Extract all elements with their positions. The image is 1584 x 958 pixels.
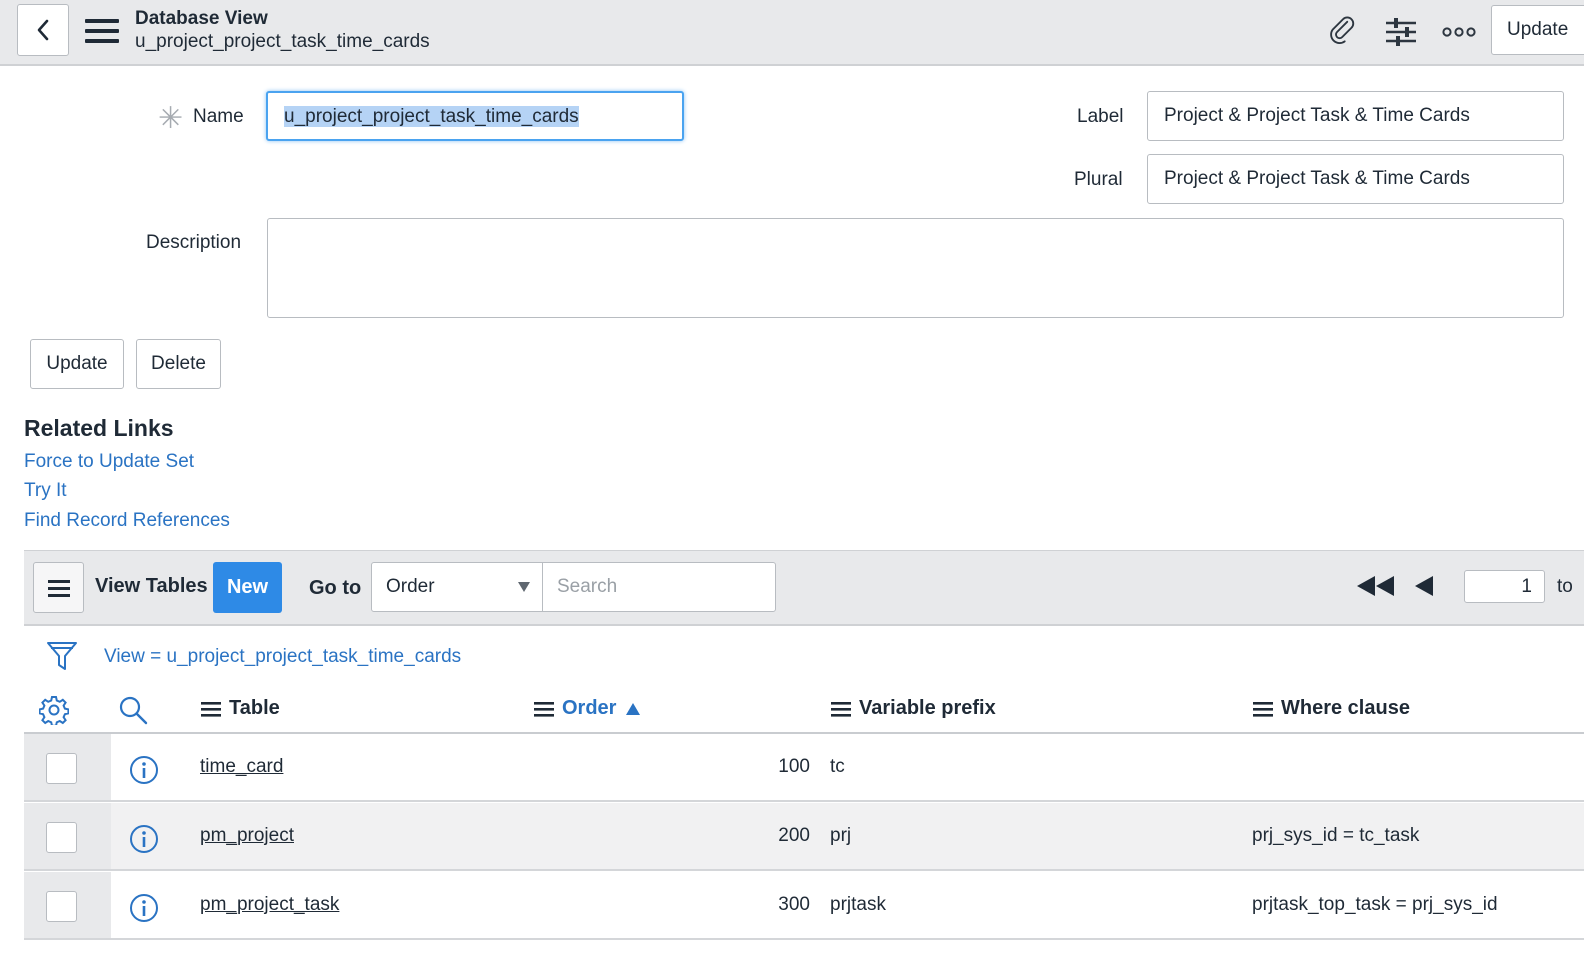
dropdown-caret-icon <box>518 582 530 592</box>
label-label: Label <box>1077 106 1124 127</box>
header-update-button[interactable]: Update <box>1491 5 1584 55</box>
goto-selected-value: Order <box>386 576 435 597</box>
table-link[interactable]: time_card <box>200 756 283 778</box>
where-clause-cell: prj_sys_id = tc_task <box>1252 825 1420 846</box>
list-menu-button[interactable] <box>33 562 84 613</box>
description-label: Description <box>146 232 242 253</box>
table-link[interactable]: pm_project_task <box>200 894 339 916</box>
table-link[interactable]: pm_project <box>200 825 294 847</box>
column-menu-icon <box>831 701 851 717</box>
table-row: pm_project_task 300 prjtask prjtask_top_… <box>24 872 1584 940</box>
name-field[interactable]: u_project_project_task_time_cards <box>266 91 684 141</box>
list-menu-icon <box>47 579 70 597</box>
name-field-value: u_project_project_task_time_cards <box>284 106 579 127</box>
name-label: Name <box>193 106 244 127</box>
back-button[interactable] <box>17 4 69 56</box>
prefix-cell: prjtask <box>830 894 886 915</box>
gear-icon[interactable] <box>39 695 69 725</box>
filter-icon[interactable] <box>46 640 78 672</box>
row-select-cell <box>24 872 111 938</box>
sort-ascending-icon <box>626 702 641 715</box>
goto-label: Go to <box>309 577 362 599</box>
plural-field[interactable]: Project & Project Task & Time Cards <box>1147 154 1564 204</box>
prefix-cell: prj <box>830 825 852 846</box>
page-to-label: to <box>1557 576 1573 597</box>
column-menu-icon <box>534 701 554 717</box>
column-label-table: Table <box>229 697 280 719</box>
description-field[interactable] <box>267 218 1564 318</box>
row-checkbox[interactable] <box>46 822 77 853</box>
more-options-icon[interactable] <box>1441 14 1477 50</box>
info-icon[interactable] <box>129 893 159 923</box>
table-row: time_card 100 tc <box>24 734 1584 802</box>
column-label-where-clause: Where clause <box>1281 697 1410 719</box>
page-title: Database View <box>135 8 268 29</box>
row-checkbox[interactable] <box>46 891 77 922</box>
info-icon[interactable] <box>129 824 159 854</box>
paperclip-icon[interactable] <box>1325 14 1361 50</box>
mandatory-asterisk-icon: ✳ <box>158 102 184 135</box>
plural-label: Plural <box>1074 169 1123 190</box>
row-checkbox[interactable] <box>46 753 77 784</box>
update-button[interactable]: Update <box>30 339 124 389</box>
column-label-order: Order <box>562 697 617 719</box>
column-label-variable-prefix: Variable prefix <box>859 697 996 719</box>
order-cell: 200 <box>778 825 810 846</box>
related-links-title: Related Links <box>24 415 174 441</box>
list-toolbar: View Tables New Go to Order Search 1 to <box>24 550 1584 626</box>
chevron-left-icon <box>37 19 49 41</box>
column-header-where-clause[interactable]: Where clause <box>1253 697 1410 720</box>
previous-page-icon[interactable] <box>1414 575 1434 597</box>
goto-field-select[interactable]: Order <box>371 562 543 612</box>
column-header-variable-prefix[interactable]: Variable prefix <box>831 697 996 720</box>
first-page-icon[interactable] <box>1356 575 1396 597</box>
where-clause-cell: prjtask_top_task = prj_sys_id <box>1252 894 1498 915</box>
row-select-cell <box>24 803 111 869</box>
filter-breadcrumb[interactable]: View = u_project_project_task_time_cards <box>104 646 461 668</box>
order-cell: 300 <box>778 894 810 915</box>
table-row: pm_project 200 prj prj_sys_id = tc_task <box>24 803 1584 871</box>
row-select-cell <box>24 734 111 800</box>
order-cell: 100 <box>778 756 810 777</box>
form-header: Database View u_project_project_task_tim… <box>0 0 1584 66</box>
label-field[interactable]: Project & Project Task & Time Cards <box>1147 91 1564 141</box>
search-input[interactable]: Search <box>542 562 776 612</box>
force-update-set-link[interactable]: Force to Update Set <box>24 451 194 473</box>
prefix-cell: tc <box>830 756 845 777</box>
column-header-table[interactable]: Table <box>201 697 280 720</box>
column-menu-icon <box>201 701 221 717</box>
column-menu-icon <box>1253 701 1273 717</box>
info-icon[interactable] <box>129 755 159 785</box>
hamburger-icon[interactable] <box>85 18 119 44</box>
page-number-input[interactable]: 1 <box>1464 570 1545 603</box>
column-header-order[interactable]: Order <box>534 697 641 720</box>
try-it-link[interactable]: Try It <box>24 480 67 502</box>
list-title: View Tables <box>95 575 208 597</box>
settings-sliders-icon[interactable] <box>1383 14 1419 50</box>
find-record-references-link[interactable]: Find Record References <box>24 510 230 532</box>
delete-button[interactable]: Delete <box>136 339 221 389</box>
page-subtitle: u_project_project_task_time_cards <box>135 31 430 52</box>
search-icon[interactable] <box>118 695 148 725</box>
new-button[interactable]: New <box>213 562 282 613</box>
